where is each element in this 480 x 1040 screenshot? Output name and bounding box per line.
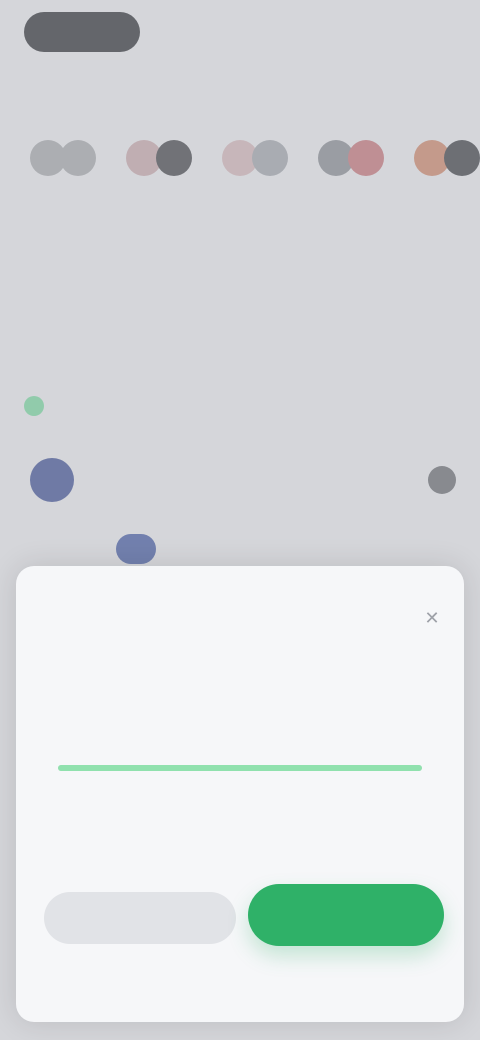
range-slider[interactable]	[58, 758, 422, 778]
close-icon[interactable]: ✕	[420, 606, 444, 630]
primary-button[interactable]	[248, 884, 444, 946]
bottom-sheet: ✕	[16, 566, 464, 1022]
secondary-button[interactable]	[44, 892, 236, 944]
slider-fill	[58, 765, 422, 771]
